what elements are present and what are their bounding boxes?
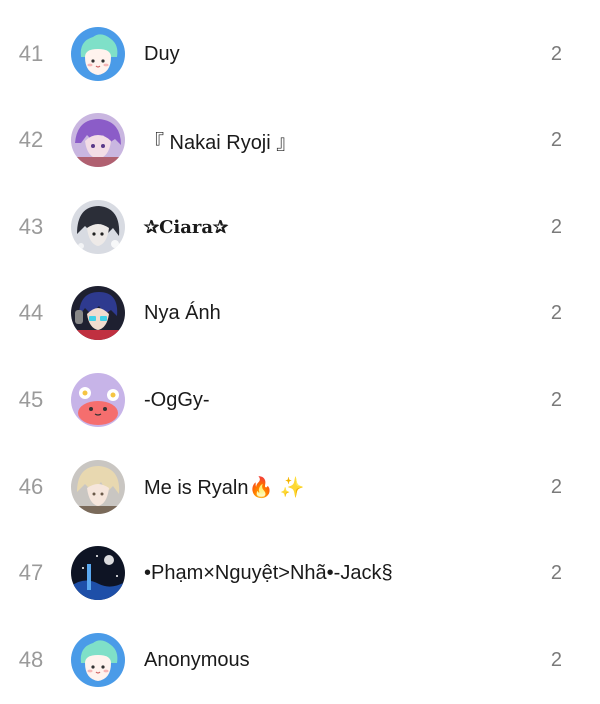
user-name: Nya Ánh [144,301,221,324]
rank-number: 46 [18,474,44,499]
fire-sparkles-emoji: 🔥 ✨ [248,474,305,499]
score-count: 2 [550,128,562,151]
score-count: 2 [550,648,562,671]
list-item[interactable]: 45 -OgGy- 2 [0,357,600,443]
score-count: 2 [550,561,562,584]
list-item[interactable]: 42 『 Nakai Ryoji 』 2 [0,97,600,183]
rank-number: 43 [18,214,44,239]
score-count: 2 [550,388,562,411]
list-item[interactable]: 47 •Phạm×Nguyệt>Nhã•-Jack§ 2 [0,530,600,616]
rank-number: 44 [18,300,44,325]
rank-number: 48 [18,647,44,672]
rank-number: 47 [18,560,44,585]
user-name: Anonymous [144,648,250,671]
avatar[interactable] [71,460,125,514]
user-name: Me is Ryaln🔥 ✨ [144,474,305,499]
score-count: 2 [550,301,562,324]
rank-number: 42 [18,127,44,152]
avatar[interactable] [71,633,125,687]
list-item[interactable]: 43 ✰Ciara✰ 2 [0,184,600,270]
list-item[interactable]: 41 Duy 2 [0,11,600,97]
avatar[interactable] [71,27,125,81]
avatar[interactable] [71,113,125,167]
score-count: 2 [550,215,562,238]
avatar[interactable] [71,200,125,254]
avatar[interactable] [71,373,125,427]
score-count: 2 [550,42,562,65]
user-name: ✰Ciara✰ [144,216,229,238]
user-name: 『 Nakai Ryoji 』 [144,131,297,154]
leaderboard-list: 41 Duy 2 42 『 Nakai Ryoji 』 2 43 ✰Ciara✰… [0,0,600,704]
list-item[interactable]: 46 Me is Ryaln🔥 ✨ 2 [0,444,600,530]
avatar[interactable] [71,546,125,600]
user-name: Duy [144,42,180,65]
avatar[interactable] [71,286,125,340]
list-item[interactable]: 44 Nya Ánh 2 [0,270,600,356]
user-name: -OgGy- [144,388,210,411]
rank-number: 41 [18,41,44,66]
user-name: •Phạm×Nguyệt>Nhã•-Jack§ [144,561,393,584]
score-count: 2 [550,475,562,498]
rank-number: 45 [18,387,44,412]
list-item[interactable]: 48 Anonymous 2 [0,617,600,703]
